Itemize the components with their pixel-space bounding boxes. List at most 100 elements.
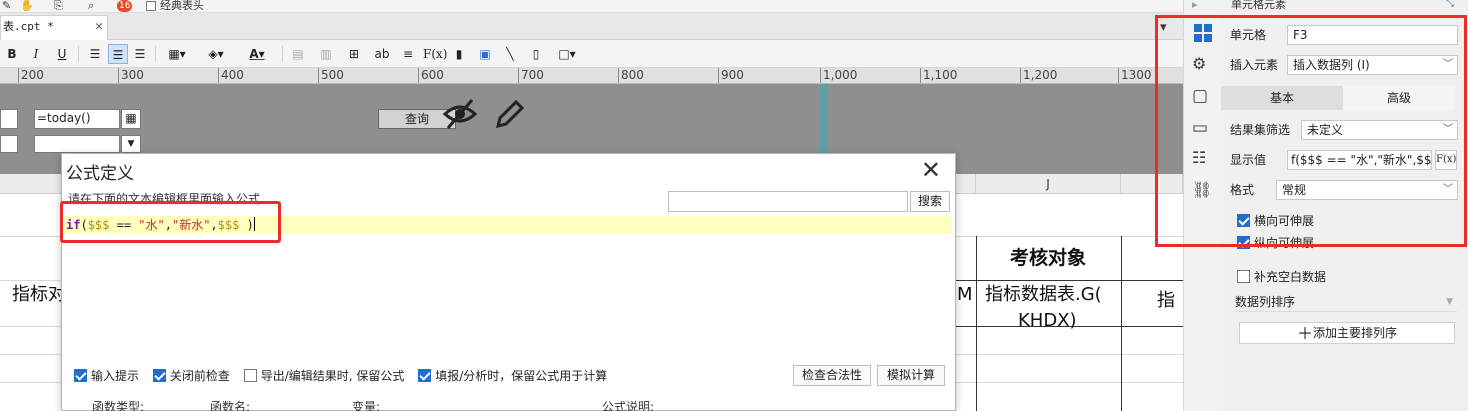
expand-arrow-icon[interactable]: ▸ bbox=[1192, 0, 1214, 20]
chart-icon[interactable]: ▮ bbox=[451, 44, 467, 64]
font-color-icon[interactable]: A▾ bbox=[240, 44, 274, 64]
separator bbox=[78, 46, 79, 62]
hide-eye-icon[interactable] bbox=[442, 98, 478, 130]
align-left-icon[interactable]: ☰ bbox=[86, 44, 104, 64]
grid-line bbox=[956, 280, 1183, 281]
pencil-icon[interactable]: ✎ bbox=[2, 0, 11, 12]
panel-title: 单元格元素 bbox=[1231, 0, 1286, 11]
ruler-tick: 1,000 bbox=[820, 68, 857, 83]
sub-report-icon[interactable]: ▯ bbox=[528, 44, 544, 64]
tab-basic[interactable]: 基本 bbox=[1221, 86, 1343, 110]
ruler-tick: 700 bbox=[518, 68, 544, 83]
close-icon[interactable]: ✕ bbox=[95, 16, 103, 38]
zoom-icon[interactable]: ⌕ bbox=[88, 0, 94, 12]
multi-line-icon[interactable]: ≡ bbox=[400, 44, 416, 64]
ruler-tick: 500 bbox=[318, 68, 344, 83]
indicator-field-cell-2: KHDX) bbox=[1018, 310, 1077, 331]
hand-icon[interactable]: ✋ bbox=[20, 0, 34, 12]
align-right-icon[interactable]: ☰ bbox=[131, 44, 149, 64]
border-icon[interactable]: ▦▾ bbox=[162, 44, 192, 64]
edit-pencil-icon[interactable] bbox=[494, 98, 526, 130]
column-header-j[interactable]: J bbox=[976, 174, 1121, 194]
formula-editor[interactable]: if($$$ == "水","新水",$$$ ) bbox=[64, 214, 952, 359]
param-field[interactable] bbox=[0, 135, 18, 153]
insert-element-select[interactable]: 插入数据列 (I) ﹀ bbox=[1287, 55, 1458, 75]
tab-advanced[interactable]: 高级 bbox=[1343, 86, 1455, 110]
cell-label: 单元格 bbox=[1230, 28, 1267, 42]
cell-name-input[interactable]: F3 bbox=[1287, 25, 1458, 45]
search-button[interactable]: 搜索 bbox=[910, 191, 950, 212]
column-header[interactable] bbox=[1121, 174, 1183, 194]
check-validity-button[interactable]: 检查合法性 bbox=[793, 365, 871, 386]
formula-button[interactable]: F(x) bbox=[423, 44, 447, 64]
v-expand-checkbox[interactable]: 纵向可伸展 bbox=[1237, 235, 1314, 251]
cell-menu-icon[interactable]: ▾ bbox=[1160, 20, 1182, 42]
plus-icon: ＋ bbox=[1296, 324, 1313, 343]
image-icon[interactable]: ▣ bbox=[476, 44, 494, 64]
hyperlink-icon[interactable]: ⛓ bbox=[1192, 180, 1214, 202]
format-select[interactable]: 常规 ﹀ bbox=[1276, 180, 1458, 200]
grid-line bbox=[976, 236, 977, 411]
insert-element-label: 插入元素 bbox=[1230, 58, 1279, 72]
collapse-icon[interactable]: ⤡ bbox=[1446, 0, 1454, 9]
func-type-label: 函数类型: bbox=[92, 400, 145, 411]
m-cell[interactable]: M bbox=[957, 282, 973, 308]
insert-row-icon[interactable]: ⊞ bbox=[346, 44, 362, 64]
cell-border-icon[interactable]: ▢ bbox=[1192, 86, 1214, 108]
close-icon[interactable]: ✕ bbox=[921, 156, 941, 184]
indicator-cell[interactable]: 指标对 bbox=[12, 282, 66, 308]
param-field[interactable] bbox=[0, 109, 18, 129]
h-expand-checkbox[interactable]: 横向可伸展 bbox=[1237, 213, 1314, 229]
ruler-tick: 400 bbox=[218, 68, 244, 83]
cell-attribute-icon[interactable]: ⚙ bbox=[1192, 54, 1214, 76]
tab-report[interactable]: 表.cpt * ✕ bbox=[0, 15, 108, 40]
display-value-input[interactable]: f($$$ == "水","新水",$$$ ) bbox=[1287, 150, 1432, 170]
ruler-tick: 800 bbox=[618, 68, 644, 83]
cell-element-icon[interactable] bbox=[1192, 22, 1214, 44]
slash-icon[interactable]: ╲ bbox=[502, 44, 518, 64]
dialog-title: 公式定义 bbox=[66, 164, 134, 184]
input-hint-checkbox[interactable]: 输入提示 bbox=[74, 368, 139, 384]
keep-formula-fill-checkbox[interactable]: 填报/分析时，保留公式用于计算 bbox=[418, 368, 607, 384]
text-ab-button[interactable]: ab bbox=[372, 44, 392, 64]
simulate-calc-button[interactable]: 模拟计算 bbox=[877, 365, 945, 386]
function-search-input[interactable] bbox=[668, 191, 908, 212]
indicator-field-cell[interactable]: 指标数据表.G( bbox=[985, 282, 1102, 308]
keep-formula-export-checkbox[interactable]: 导出/编辑结果时, 保留公式 bbox=[243, 368, 404, 384]
ruler-tick: 1300 bbox=[1118, 68, 1152, 83]
format-toolbar: B I U ☰ ☰ ☰ ▦▾ ◈▾ A▾ ▤ ▥ ⊞ ab ≡ F(x) ▮ ▣… bbox=[0, 40, 1183, 68]
underline-button[interactable]: U bbox=[54, 44, 70, 64]
side-icon-strip: ▸ ▾ ⚙ ▢ ▭ ☷ ⛓ bbox=[1160, 0, 1221, 411]
formula-code-line[interactable]: if($$$ == "水","新水",$$$ ) bbox=[64, 216, 952, 234]
fill-blank-checkbox[interactable]: 补充空白数据 bbox=[1237, 269, 1326, 285]
tab-bar: 表.cpt * ✕ bbox=[0, 13, 1183, 40]
fill-color-icon[interactable]: ◈▾ bbox=[200, 44, 232, 64]
filter-select[interactable]: 未定义 ﹀ bbox=[1301, 120, 1458, 140]
calendar-icon[interactable]: ▦ bbox=[121, 109, 141, 129]
tab-title: 表.cpt * bbox=[3, 20, 54, 33]
frame-icon[interactable]: □▾ bbox=[554, 44, 580, 64]
ruler-tick: 900 bbox=[718, 68, 744, 83]
dropdown-icon[interactable]: ▼ bbox=[121, 135, 141, 153]
combo-input[interactable] bbox=[34, 135, 120, 153]
display-value-label: 显示值 bbox=[1230, 153, 1267, 167]
indicator-cell-right[interactable]: 指 bbox=[1157, 288, 1175, 314]
chevron-down-icon: ﹀ bbox=[1443, 59, 1453, 70]
sort-select[interactable]: 数据列排序 ▼ bbox=[1235, 292, 1457, 312]
date-input[interactable]: =today() bbox=[34, 109, 120, 129]
split-cells-icon[interactable]: ▥ bbox=[318, 44, 334, 64]
condition-icon[interactable]: ☷ bbox=[1192, 148, 1214, 170]
formula-editor-button[interactable]: F(x) bbox=[1435, 150, 1457, 170]
bold-button[interactable]: B bbox=[4, 44, 20, 64]
text-caret bbox=[253, 217, 255, 231]
italic-button[interactable]: I bbox=[28, 44, 44, 64]
widget-icon[interactable]: ▭ bbox=[1192, 118, 1214, 140]
assess-target-header[interactable]: 考核对象 bbox=[1010, 245, 1086, 271]
merge-cells-icon[interactable]: ▤ bbox=[290, 44, 306, 64]
align-center-icon[interactable]: ☰ bbox=[108, 44, 128, 64]
add-sort-button[interactable]: ＋添加主要排列序 bbox=[1239, 322, 1455, 344]
preview-icon[interactable]: ⎘ bbox=[54, 0, 63, 12]
classic-header-checkbox[interactable]: 经典表头 bbox=[146, 0, 204, 12]
check-before-close-checkbox[interactable]: 关闭前检查 bbox=[152, 368, 230, 384]
filter-label: 结果集筛选 bbox=[1230, 123, 1291, 137]
